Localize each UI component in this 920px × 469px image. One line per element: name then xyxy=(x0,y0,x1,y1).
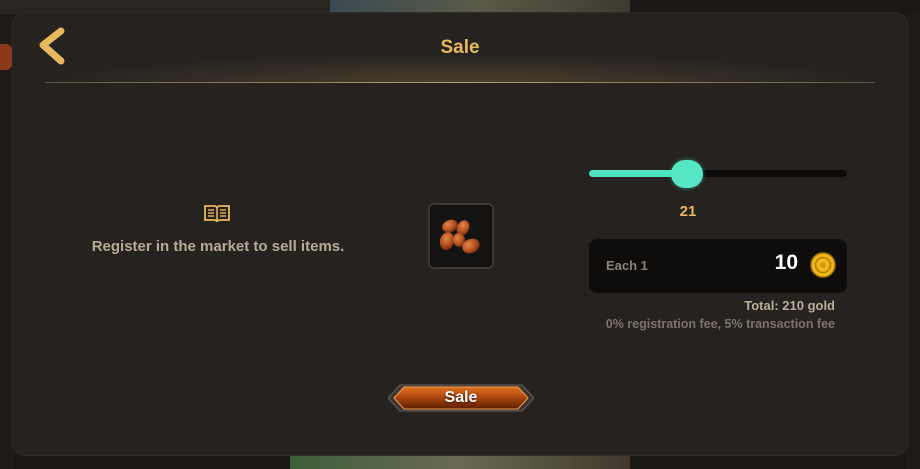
total-gold: Total: 210 gold xyxy=(744,298,835,313)
sale-button-label: Sale xyxy=(444,389,478,406)
register-message: Register in the market to sell items. xyxy=(91,238,345,255)
fee-info: 0% registration fee, 5% transaction fee xyxy=(605,317,835,331)
page-title: Sale xyxy=(440,37,480,58)
sale-dialog: Sale Register in the market to sell item… xyxy=(13,13,907,455)
background-item-icon xyxy=(0,44,12,70)
quantity-value: 21 xyxy=(679,203,697,220)
slider-thumb[interactable] xyxy=(671,160,703,188)
background-scene-top xyxy=(330,0,630,14)
each-label: Each 1 xyxy=(606,258,648,273)
gold-coin-icon xyxy=(810,252,836,278)
almonds-icon xyxy=(439,219,480,254)
quantity-slider[interactable] xyxy=(589,160,847,188)
book-icon xyxy=(204,205,230,223)
sale-button[interactable]: Sale xyxy=(387,381,535,415)
price-input[interactable]: Each 1 10 xyxy=(589,239,847,293)
background-scene-right xyxy=(906,14,920,469)
header-divider xyxy=(45,82,875,83)
unit-price: 10 xyxy=(774,251,798,274)
background-scene-left xyxy=(0,14,14,469)
background-scene-bottom xyxy=(290,455,630,469)
background-scene-top-left xyxy=(0,0,330,14)
item-slot[interactable] xyxy=(428,203,494,269)
